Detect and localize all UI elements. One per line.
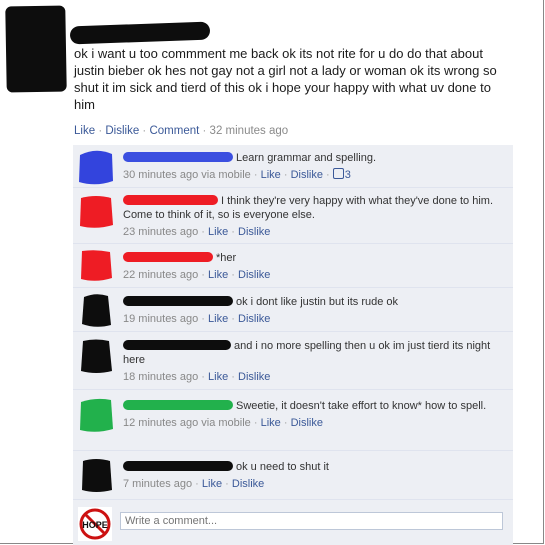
comment-text: Sweetie, it doesn't take effort to know*…: [236, 400, 487, 412]
comment-timestamp[interactable]: 23 minutes ago: [123, 226, 198, 238]
commenter-avatar-redacted[interactable]: [78, 194, 114, 230]
comment-timestamp[interactable]: 18 minutes ago: [123, 371, 198, 383]
comment-timestamp[interactable]: 22 minutes ago: [123, 269, 198, 281]
comment-dislike-link[interactable]: Dislike: [238, 269, 270, 281]
poster-avatar-redacted[interactable]: [5, 5, 67, 93]
comment-item: Learn grammar and spelling. 30 minutes a…: [73, 145, 513, 188]
comment-like-link[interactable]: Like: [202, 478, 222, 490]
comment-timestamp[interactable]: 7 minutes ago: [123, 478, 192, 490]
post-dislike-link[interactable]: Dislike: [105, 125, 139, 137]
commenter-name-redacted: [123, 195, 218, 205]
comment-timestamp[interactable]: 30 minutes ago via mobile: [123, 169, 251, 181]
commenter-avatar-redacted[interactable]: [78, 149, 114, 185]
comment-dislike-link[interactable]: Dislike: [232, 478, 264, 490]
commenter-name-redacted: [123, 296, 233, 306]
commenter-avatar-redacted[interactable]: [78, 457, 114, 493]
comment-item: Sweetie, it doesn't take effort to know*…: [73, 390, 513, 451]
commenter-name-redacted: [123, 252, 213, 262]
comment-like-link[interactable]: Like: [208, 226, 228, 238]
comment-item: ok i dont like justin but its rude ok 19…: [73, 288, 513, 332]
commenter-avatar-redacted[interactable]: [78, 338, 114, 374]
commenter-name-redacted: [123, 400, 233, 410]
like-count-icon: [332, 168, 344, 179]
comment-like-link[interactable]: Like: [208, 313, 228, 325]
commenter-name-redacted: [123, 461, 233, 471]
commenter-name-redacted: [123, 152, 233, 162]
post-actions: Like · Dislike · Comment · 32 minutes ag…: [74, 125, 289, 137]
comment-dislike-link[interactable]: Dislike: [291, 169, 323, 181]
commenter-avatar-redacted[interactable]: [78, 397, 114, 433]
comment-item: and i no more spelling then u ok im just…: [73, 332, 513, 390]
comment-text: *her: [216, 252, 237, 264]
comment-dislike-link[interactable]: Dislike: [238, 226, 270, 238]
comment-timestamp[interactable]: 12 minutes ago via mobile: [123, 417, 251, 429]
comment-item: ok u need to shut it 7 minutes ago · Lik…: [73, 451, 513, 500]
comment-timestamp[interactable]: 19 minutes ago: [123, 313, 198, 325]
comment-like-link[interactable]: Like: [208, 371, 228, 383]
commenter-avatar-redacted[interactable]: [78, 292, 114, 328]
comment-dislike-link[interactable]: Dislike: [238, 371, 270, 383]
comment-text: ok i dont like justin but its rude ok: [236, 296, 399, 308]
post-like-link[interactable]: Like: [74, 125, 95, 137]
comment-like-link[interactable]: Like: [261, 417, 281, 429]
comment-dislike-link[interactable]: Dislike: [291, 417, 323, 429]
post-timestamp[interactable]: 32 minutes ago: [210, 125, 289, 137]
comment-like-link[interactable]: Like: [261, 169, 281, 181]
comment-likes-count[interactable]: 3: [332, 168, 351, 181]
comment-like-link[interactable]: Like: [208, 269, 228, 281]
commenter-avatar-redacted[interactable]: [78, 248, 114, 284]
commenter-name-redacted: [123, 340, 231, 350]
comment-text: Learn grammar and spelling.: [236, 152, 377, 164]
comment-composer: HOPE: [73, 500, 513, 545]
comment-dislike-link[interactable]: Dislike: [238, 313, 270, 325]
comment-text: ok u need to shut it: [236, 461, 329, 473]
hope-avatar[interactable]: HOPE: [78, 507, 112, 541]
write-comment-input[interactable]: [120, 512, 503, 530]
post-comment-link[interactable]: Comment: [149, 125, 199, 137]
comment-item: *her 22 minutes ago · Like · Dislike: [73, 244, 513, 288]
post-text: ok i want u too commment me back ok its …: [74, 46, 497, 112]
svg-text:HOPE: HOPE: [82, 520, 108, 530]
comment-item: I think they're very happy with what the…: [73, 188, 513, 244]
